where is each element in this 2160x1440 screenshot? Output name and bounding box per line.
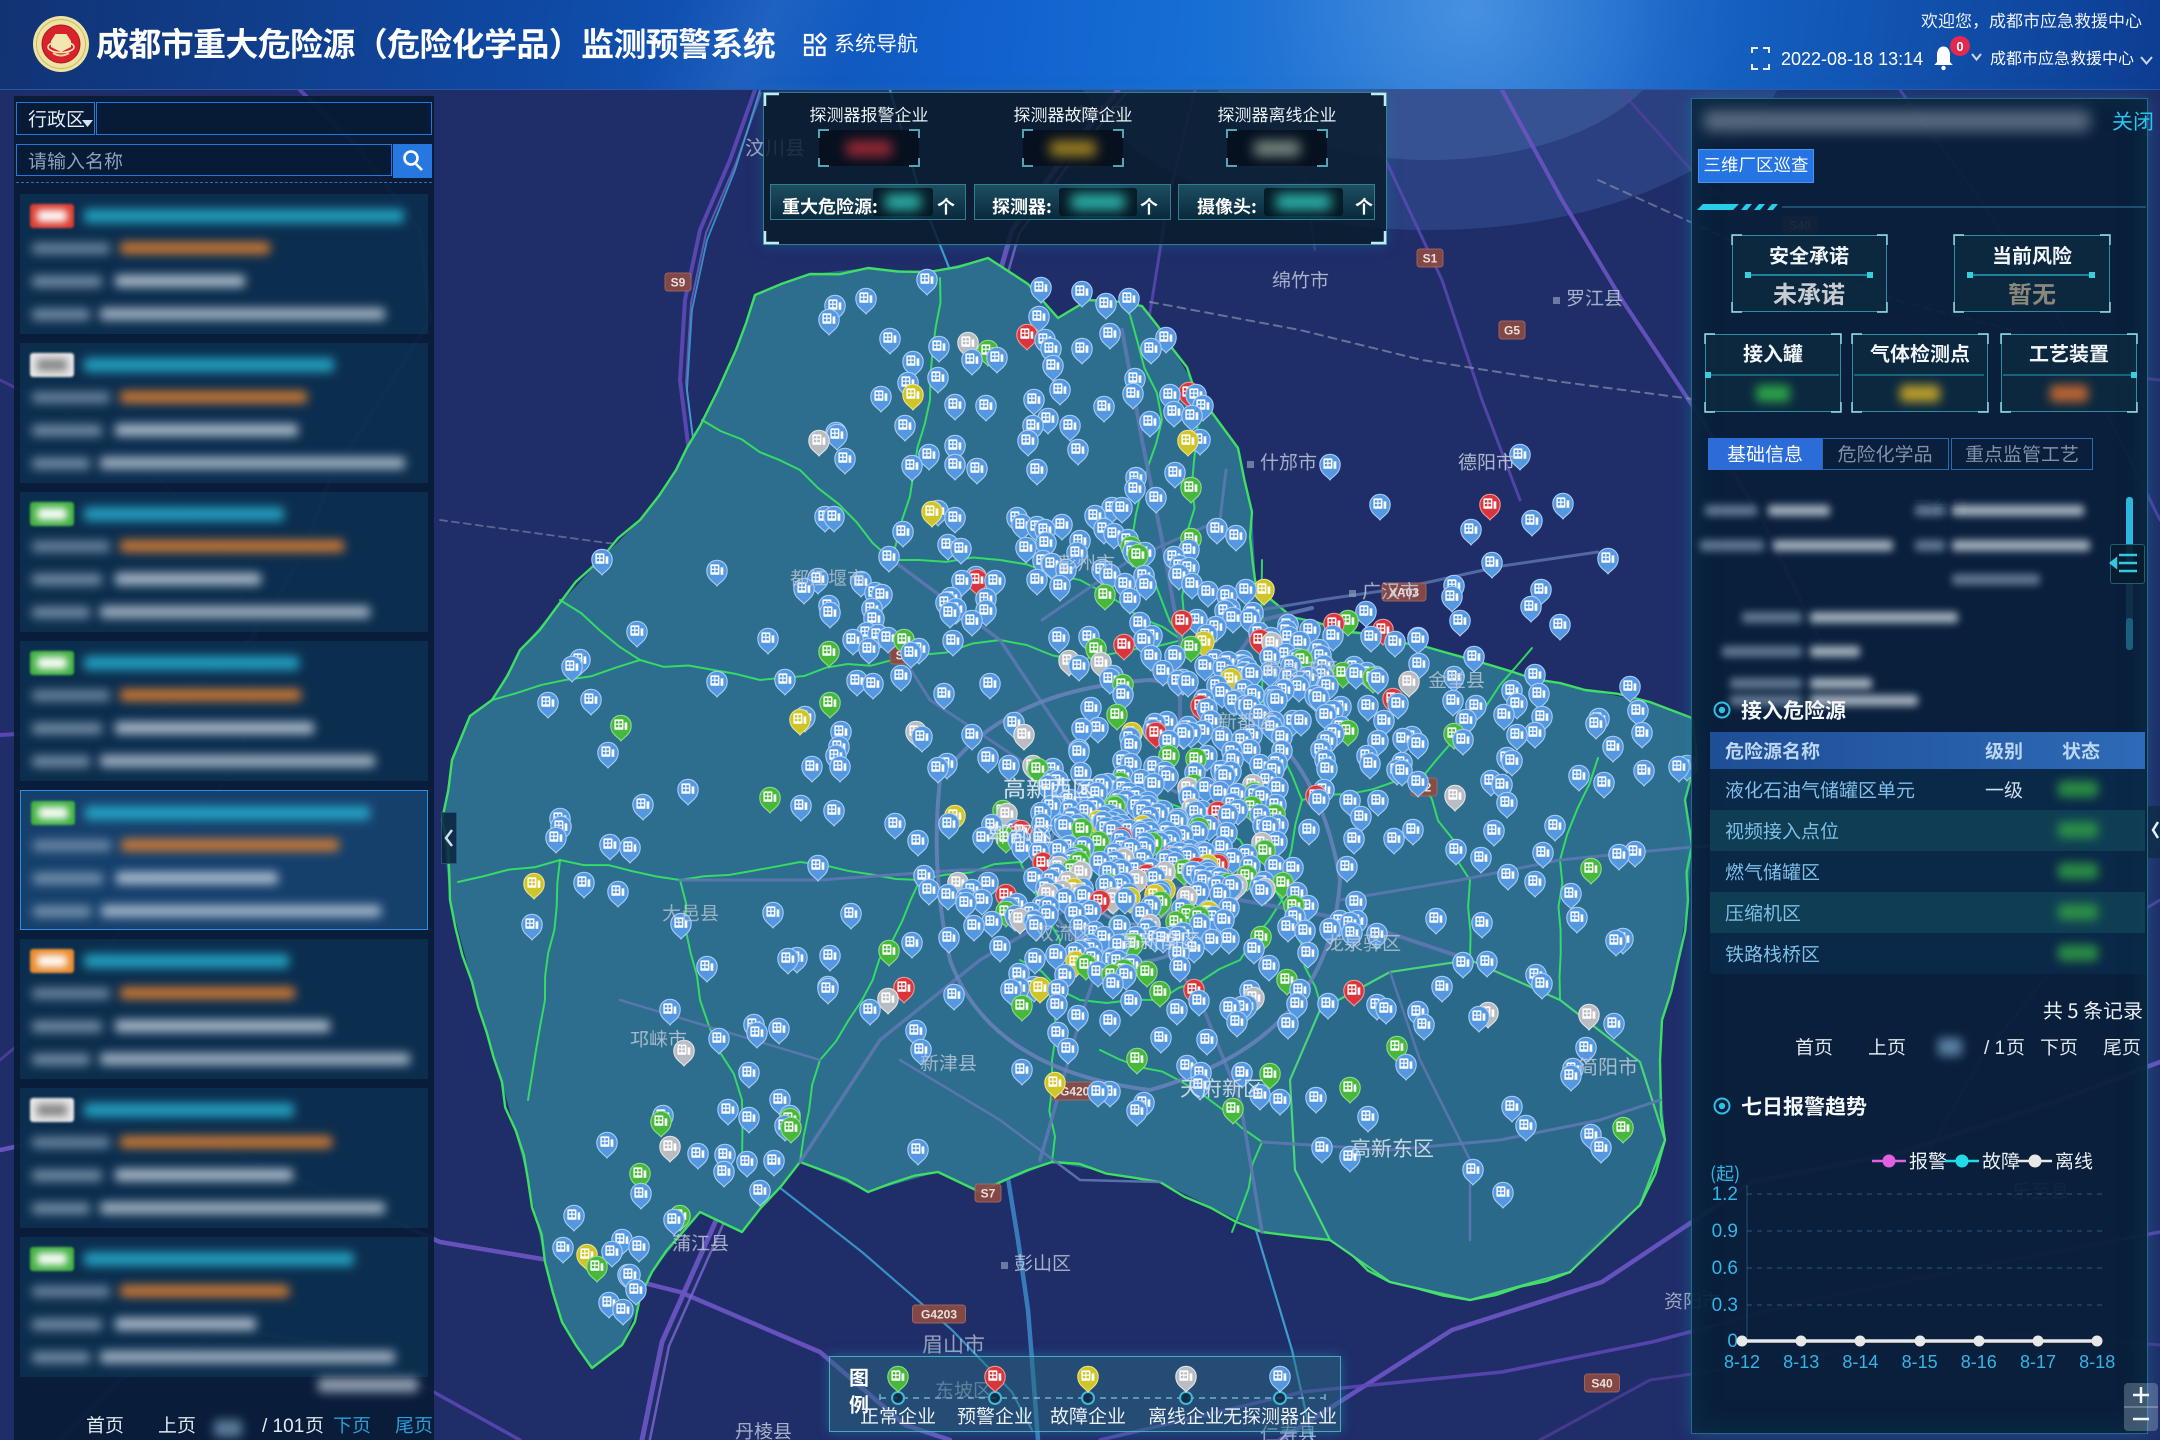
svg-text:S9: S9 (671, 276, 686, 290)
svg-text:G4203: G4203 (921, 1308, 957, 1322)
svg-text:S7: S7 (981, 1187, 996, 1201)
svg-text:S40: S40 (1591, 1377, 1613, 1391)
svg-text:G5: G5 (1504, 324, 1520, 338)
svg-text:S1: S1 (1423, 252, 1438, 266)
